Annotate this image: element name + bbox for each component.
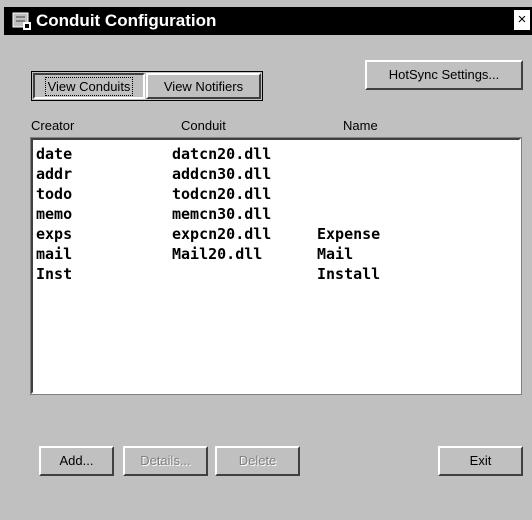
- add-button[interactable]: Add...: [39, 446, 114, 476]
- name-cell: Mail: [317, 245, 354, 263]
- creator-cell: Inst: [36, 265, 73, 283]
- exit-button[interactable]: Exit: [438, 446, 523, 476]
- view-conduits-label: View Conduits: [44, 77, 134, 96]
- name-cell: Install: [317, 265, 381, 283]
- delete-button[interactable]: Delete: [215, 446, 300, 476]
- list-item[interactable]: addr addcn30.dll: [33, 164, 519, 184]
- add-label: Add...: [59, 453, 94, 468]
- list-item[interactable]: date datcn20.dll: [33, 144, 519, 164]
- details-label: Details...: [140, 453, 191, 468]
- list-item[interactable]: exps expcn20.dll Expense: [33, 224, 519, 244]
- column-header-name[interactable]: Name: [343, 118, 378, 133]
- list-item[interactable]: todo todcn20.dll: [33, 184, 519, 204]
- conduit-cell: Mail20.dll: [172, 245, 263, 263]
- conduit-cell: todcn20.dll: [172, 185, 272, 203]
- window-title: Conduit Configuration: [36, 11, 217, 30]
- title-bar[interactable]: Conduit Configuration ×: [4, 7, 532, 35]
- conduit-cell: addcn30.dll: [172, 165, 272, 183]
- details-button[interactable]: Details...: [123, 446, 208, 476]
- name-cell: Expense: [317, 225, 381, 243]
- delete-label: Delete: [238, 453, 277, 468]
- exit-label: Exit: [469, 453, 492, 468]
- creator-cell: addr: [36, 165, 73, 183]
- creator-cell: memo: [36, 205, 73, 223]
- list-item[interactable]: memo memcn30.dll: [33, 204, 519, 224]
- view-notifiers-label: View Notifiers: [163, 79, 244, 94]
- conduit-cell: memcn30.dll: [172, 205, 272, 223]
- hotsync-settings-label: HotSync Settings...: [388, 67, 500, 82]
- list-item[interactable]: mail Mail20.dll Mail: [33, 244, 519, 264]
- conduit-cell: datcn20.dll: [172, 145, 272, 163]
- creator-cell: mail: [36, 245, 73, 263]
- column-header-creator[interactable]: Creator: [31, 118, 74, 133]
- conduit-cell: expcn20.dll: [172, 225, 272, 243]
- list-item[interactable]: Inst Install: [33, 264, 519, 284]
- creator-cell: todo: [36, 185, 73, 203]
- creator-cell: date: [36, 145, 73, 163]
- creator-cell: exps: [36, 225, 73, 243]
- column-header-conduit[interactable]: Conduit: [181, 118, 226, 133]
- hotsync-settings-button[interactable]: HotSync Settings...: [365, 60, 523, 90]
- conduit-list[interactable]: date datcn20.dll addr addcn30.dll todo t…: [30, 137, 522, 395]
- view-notifiers-button[interactable]: View Notifiers: [146, 73, 261, 99]
- conduit-configuration-window: Conduit Configuration × View Conduits Vi…: [0, 0, 532, 520]
- hotsync-app-icon: [12, 12, 31, 30]
- view-conduits-button[interactable]: View Conduits: [33, 73, 145, 99]
- close-button[interactable]: ×: [514, 10, 530, 30]
